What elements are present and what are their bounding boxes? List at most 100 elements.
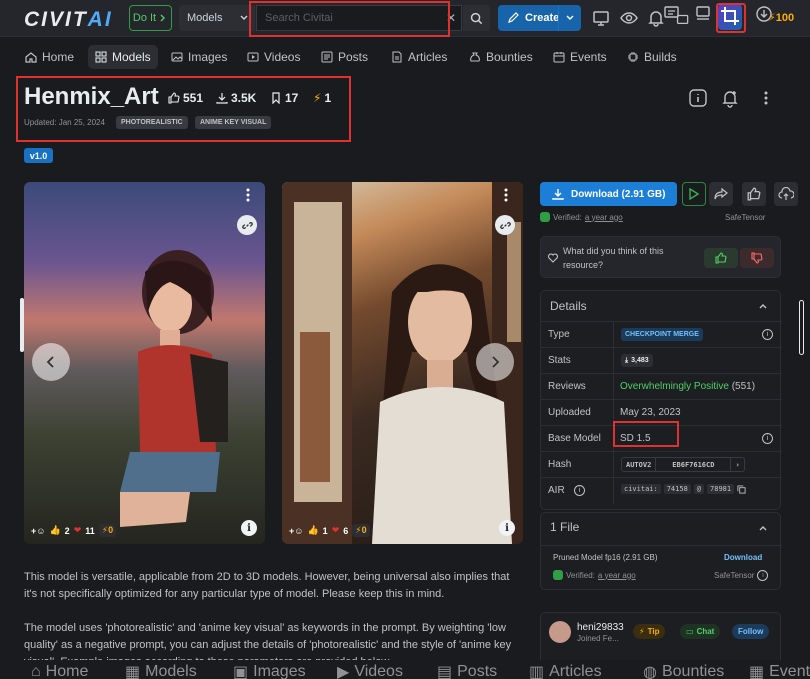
follow-button[interactable]: Follow	[732, 624, 770, 639]
nav-bounties[interactable]: Bounties	[462, 45, 540, 69]
more-vertical-icon[interactable]	[499, 188, 513, 202]
top-header: CIVITAI Do It Models Search Civitai ✕ Cr…	[0, 0, 810, 37]
bottom-nav-models[interactable]: ▦ Models	[118, 660, 204, 679]
feedback-panel: What did you think of this resource?	[540, 236, 781, 278]
bottom-nav-events[interactable]: ▦Events	[742, 660, 810, 679]
reactions-bar[interactable]: +☺ 👍 2 ❤ 11 ⚡0	[31, 524, 117, 537]
thumbs-down-button[interactable]	[740, 248, 774, 268]
image-girl-portrait	[372, 264, 512, 544]
image-info-icon[interactable]: i	[241, 520, 257, 536]
bottom-nav-videos[interactable]: ▶ Videos	[330, 660, 410, 679]
nav-builds[interactable]: Builds	[620, 45, 684, 69]
like-icon[interactable]: 👍	[307, 525, 318, 536]
download-icon: ⤓	[625, 356, 629, 364]
link-button[interactable]	[495, 215, 515, 235]
air-identifier[interactable]: civitai: 74158 @78981	[621, 484, 746, 494]
video-icon: ▶	[337, 664, 350, 679]
create-button[interactable]: Create	[498, 5, 581, 31]
layout-icon[interactable]	[694, 5, 712, 23]
tip-button[interactable]: ⚡ Tip	[633, 624, 666, 639]
carousel-next-button[interactable]	[476, 343, 514, 381]
more-vertical-icon[interactable]	[756, 88, 776, 108]
files-panel: 1 File Pruned Model fp16 (2.91 GB) Downl…	[540, 512, 782, 590]
detail-row-hash: Hash AUTOV2 EB6F7616CD ›	[541, 451, 782, 478]
eye-icon[interactable]	[620, 9, 638, 27]
calendar-icon: ▦	[749, 664, 765, 679]
heart-icon[interactable]: ❤	[74, 525, 82, 536]
hash-copy[interactable]: AUTOV2 EB6F7616CD ›	[621, 457, 745, 472]
info-icon[interactable]: i	[574, 485, 585, 496]
buzz-tip[interactable]: ⚡0	[98, 524, 117, 537]
search-type-select[interactable]: Models	[179, 5, 255, 31]
info-icon[interactable]: i	[757, 570, 769, 581]
download-button[interactable]: Download (2.91 GB)	[540, 182, 677, 206]
copy-icon[interactable]	[737, 484, 746, 494]
photo-icon	[171, 52, 183, 62]
creator-joined: Joined Fe...	[577, 634, 619, 643]
bolt-icon: ⚡	[639, 627, 645, 636]
image-info-icon[interactable]: i	[499, 520, 515, 536]
nav-videos[interactable]: Videos	[240, 45, 307, 69]
chevron-up-icon[interactable]	[758, 523, 768, 533]
play-icon	[689, 188, 699, 200]
thumbs-up-button[interactable]	[704, 248, 738, 268]
creator-name[interactable]: heni29833	[577, 622, 624, 633]
bottom-nav-posts[interactable]: ▤ Posts	[430, 660, 504, 679]
nav-articles[interactable]: Articles	[384, 45, 454, 69]
nav-posts[interactable]: Posts	[314, 45, 375, 69]
creator-avatar[interactable]	[549, 621, 571, 643]
thumbs-down-icon	[751, 252, 763, 264]
shield-check-icon	[540, 212, 550, 222]
home-icon: ⌂	[31, 663, 41, 679]
reviews-link[interactable]: Overwhelmingly Positive	[620, 381, 729, 392]
search-icon	[470, 12, 483, 24]
link-button[interactable]	[237, 215, 257, 235]
file-verified: Verified: a year ago	[553, 570, 636, 580]
add-reaction-icon[interactable]: +☺	[31, 526, 45, 536]
message-icon[interactable]	[676, 14, 690, 28]
cloud-button[interactable]	[774, 182, 798, 206]
verified-date-link[interactable]: a year ago	[585, 213, 623, 222]
carousel-prev-button[interactable]	[32, 343, 70, 381]
thumbs-up-icon	[715, 252, 727, 264]
bottom-nav-bounties[interactable]: ◍ Bounties	[636, 660, 731, 679]
scrollbar-left[interactable]	[20, 298, 24, 352]
nav-images[interactable]: Images	[164, 45, 234, 69]
info-icon[interactable]	[688, 88, 708, 108]
bottom-nav-articles[interactable]: ▥ Articles	[522, 660, 609, 679]
chevron-right-icon[interactable]: ›	[730, 458, 743, 471]
scrollbar-right[interactable]	[799, 300, 804, 355]
share-button[interactable]	[709, 182, 733, 206]
buzz-tip[interactable]: ⚡0	[352, 524, 370, 537]
like-icon[interactable]: 👍	[49, 525, 60, 536]
title-highlight-box	[16, 76, 351, 142]
info-icon[interactable]: i	[762, 433, 773, 444]
add-reaction-icon[interactable]: +☺	[289, 526, 303, 536]
article-icon	[392, 51, 402, 63]
run-button[interactable]	[682, 182, 706, 206]
type-badge[interactable]: CHECKPOINT MERGE	[621, 328, 703, 341]
monitor-icon[interactable]	[592, 9, 610, 27]
buzz-balance[interactable]: ⚡100	[768, 11, 794, 24]
nav-home[interactable]: Home	[18, 45, 81, 69]
bottom-nav: ⌂ Home ▦ Models ▣ Images ▶ Videos ▤ Posts ▥ Ar…	[0, 660, 810, 679]
civitai-logo[interactable]: CIVITAI	[24, 8, 113, 32]
bottom-nav-home[interactable]: ⌂ Home	[24, 660, 95, 679]
bell-plus-icon[interactable]	[720, 88, 740, 108]
file-download-link[interactable]: Download	[724, 553, 762, 562]
version-badge[interactable]: v1.0	[24, 148, 53, 163]
do-it-button[interactable]: Do It	[129, 5, 172, 31]
heart-icon[interactable]: ❤	[332, 525, 340, 536]
info-icon[interactable]: i	[762, 329, 773, 340]
chat-button[interactable]: ▭ Chat	[680, 624, 721, 639]
nav-events[interactable]: Events	[546, 45, 614, 69]
like-button[interactable]	[742, 182, 766, 206]
chevron-up-icon[interactable]	[758, 301, 768, 311]
detail-row-stats: Stats ⤓ 3,483	[541, 347, 782, 374]
bottom-nav-images[interactable]: ▣ Images	[226, 660, 313, 679]
more-vertical-icon[interactable]	[241, 188, 255, 202]
grid-icon: ▦	[125, 664, 141, 679]
nav-models[interactable]: Models	[88, 45, 158, 69]
search-button[interactable]	[463, 5, 490, 31]
reactions-bar[interactable]: +☺ 👍 1 ❤ 6 ⚡0	[289, 524, 370, 537]
